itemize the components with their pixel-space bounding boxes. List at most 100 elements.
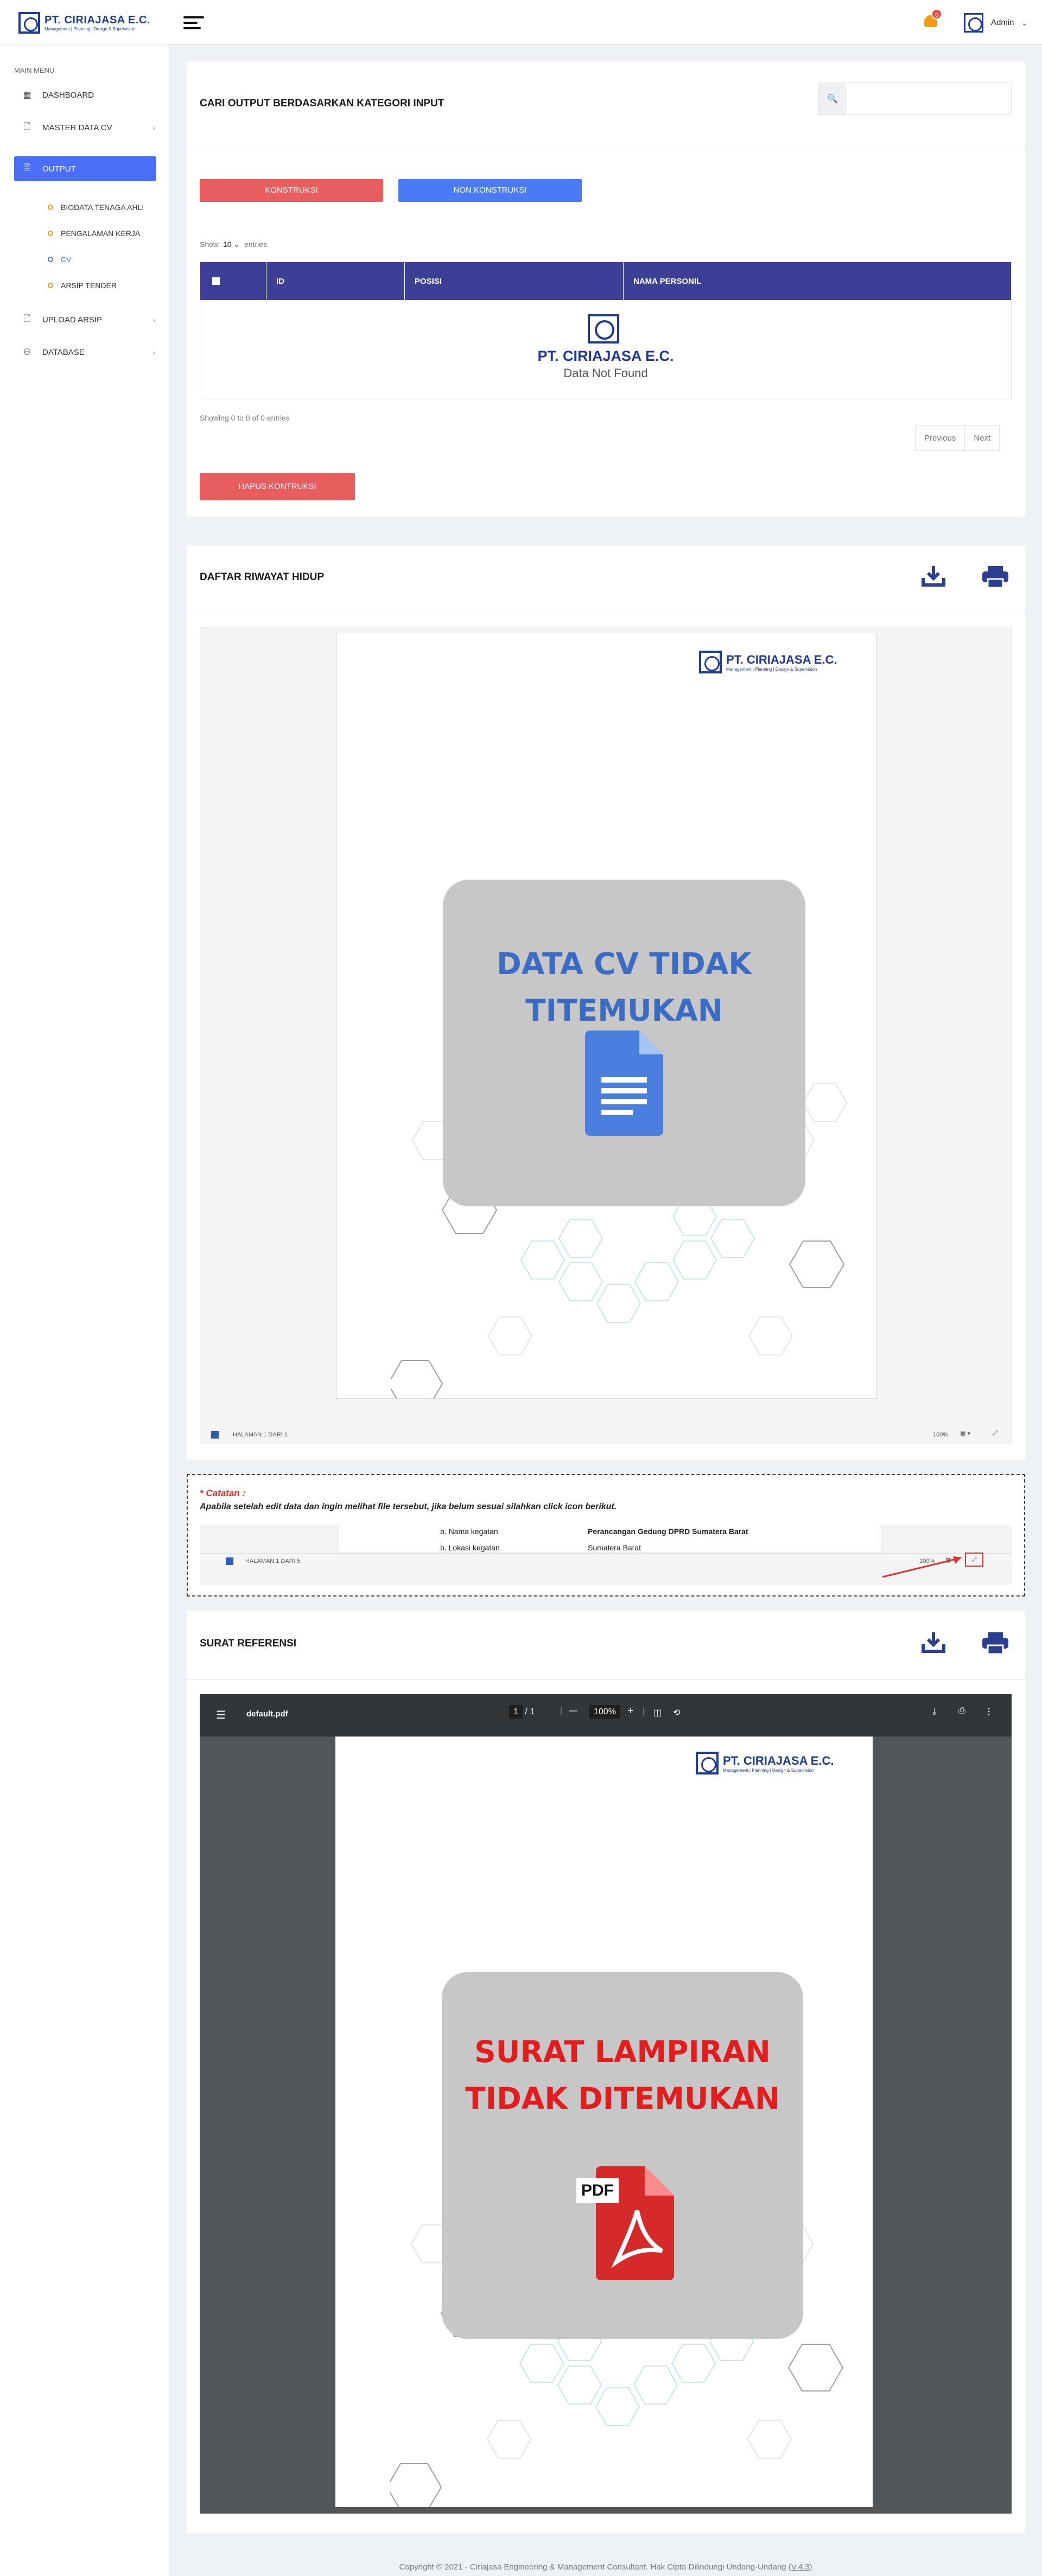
page-brand-tagline: Management | Planning | Design & Supervi…	[723, 1767, 814, 1773]
sidebar-subitem-pengalaman[interactable]: PENGALAMAN KERJA	[48, 229, 140, 238]
pdf-page: PT. CIRIAJASA E.C. Management | Planning …	[335, 1737, 873, 2507]
entries-select[interactable]: 10 ⌄	[223, 240, 240, 249]
database-icon: ⛁	[23, 348, 31, 357]
cv-page: PT. CIRIAJASA E.C. Management | Planning …	[336, 633, 876, 1399]
toolbar-separator: |	[560, 1706, 563, 1715]
zoom-out-icon[interactable]: —	[569, 1706, 577, 1716]
konstruksi-button[interactable]: KONSTRUKSI	[200, 179, 383, 202]
cv-card: DAFTAR RIWAYAT HIDUP PT. CIRIAJASA E.C. M…	[187, 545, 1025, 1460]
card-title: DAFTAR RIWAYAT HIDUP	[200, 571, 325, 583]
pdf-page-control[interactable]: 1 / 1	[509, 1705, 535, 1719]
grid-icon: ▦	[23, 91, 31, 100]
sidebar-subitem-arsip-tender[interactable]: ARSIP TENDER	[48, 281, 117, 290]
view-options-icon[interactable]: ▦ ▾	[960, 1430, 970, 1437]
table-info: Showing 0 to 0 of 0 entries	[200, 414, 290, 422]
note-preview-page: a. Nama kegatan Perancangan Gedung DPRD …	[339, 1525, 881, 1553]
note-row-label: a. Nama kegatan	[440, 1527, 498, 1536]
sidebar-item-label: DASHBOARD	[42, 90, 94, 100]
column-nama-personil[interactable]: NAMA PERSONIL	[624, 262, 1011, 300]
fullscreen-icon[interactable]: ⤢	[965, 1553, 983, 1567]
non-konstruksi-button[interactable]: NON KONSTRUKSI	[398, 179, 582, 202]
sidebar-item-label: DATABASE	[42, 347, 85, 357]
download-icon[interactable]	[922, 565, 945, 592]
next-button[interactable]: Next	[965, 426, 999, 450]
fullscreen-icon[interactable]: ⤢	[993, 1430, 997, 1437]
pdf-page-input[interactable]: 1	[509, 1705, 523, 1719]
sidebar-item-label: OUTPUT	[42, 164, 76, 174]
pdf-filename: default.pdf	[246, 1709, 288, 1719]
search-icon[interactable]: 🔍	[819, 83, 846, 115]
search-input[interactable]	[846, 83, 1011, 115]
google-doc-icon	[585, 1031, 663, 1136]
sidebar-item-output[interactable]: 🗎 OUTPUT	[14, 156, 156, 181]
surat-referensi-card: SURAT REFERENSI ☰ default.pdf 1 / 1 | — …	[187, 1611, 1025, 2533]
column-posisi[interactable]: POSISI	[405, 262, 624, 300]
page-indicator: HALAMAN 1 DARI 1	[233, 1432, 288, 1438]
sidebar-subitem-label: CV	[61, 255, 72, 264]
chevron-down-icon[interactable]: ⌄	[1021, 18, 1028, 28]
pdf-viewer[interactable]: ☰ default.pdf 1 / 1 | — 100% + | ◫ ⟲ ⤓ ⎙…	[200, 1694, 1012, 2514]
circle-icon	[48, 283, 53, 288]
notification-bell-icon[interactable]: 0	[923, 9, 942, 30]
fit-page-icon[interactable]: ◫	[653, 1707, 662, 1718]
circle-icon	[48, 205, 53, 210]
note-box: * Catatan : Apabila setelah edit data da…	[187, 1474, 1025, 1597]
more-options-icon[interactable]: ⋮	[984, 1706, 993, 1717]
pdf-badge: PDF	[576, 2178, 619, 2203]
table-header: ID POSISI NAMA PERSONIL	[200, 262, 1011, 300]
pdf-zoom-level[interactable]: 100%	[589, 1705, 620, 1719]
page-logo: PT. CIRIAJASA E.C. Management | Planning …	[699, 651, 837, 673]
hapus-konstruksi-button[interactable]: HAPUS KONTRUKSI	[200, 473, 355, 500]
select-all-checkbox[interactable]	[200, 262, 266, 300]
cv-document-viewer[interactable]: PT. CIRIAJASA E.C. Management | Planning …	[200, 627, 1012, 1443]
brand-logo[interactable]: PT. CIRIAJASA E.C. Management | Planning…	[18, 12, 150, 34]
cv-not-found-notice: DATA CV TIDAK TITEMUKAN	[443, 880, 805, 1206]
entries-label: entries	[244, 240, 268, 249]
notification-badge: 0	[931, 9, 942, 20]
zoom-in-icon[interactable]: +	[627, 1705, 634, 1718]
previous-button[interactable]: Previous	[916, 426, 965, 450]
note-row-value: Perancangan Gedung DPRD Sumatera Barat	[588, 1527, 748, 1536]
note-preview: a. Nama kegatan Perancangan Gedung DPRD …	[200, 1525, 1012, 1585]
rotate-icon[interactable]: ⟲	[673, 1707, 680, 1718]
note-title: * Catatan :	[200, 1488, 246, 1498]
print-icon[interactable]: ⎙	[958, 1706, 965, 1716]
copyright-suffix: )	[809, 2562, 812, 2572]
print-icon[interactable]	[982, 566, 1008, 593]
sidebar-subitem-biodata[interactable]: BIODATA TENAGA AHLI	[48, 203, 144, 212]
sidebar-item-label: MASTER DATA CV	[42, 123, 112, 132]
menu-toggle-icon[interactable]	[183, 16, 204, 33]
note-row-label: b. Lokasi kegatan	[440, 1543, 500, 1552]
download-icon[interactable]	[922, 1631, 945, 1658]
page-brand-name: PT. CIRIAJASA E.C.	[723, 1753, 834, 1767]
empty-brand: PT. CIRIAJASA E.C.	[537, 348, 674, 364]
sidebar-item-master-data-cv[interactable]: 🗋 MASTER DATA CV ›	[14, 115, 156, 140]
sidebar-item-upload-arsip[interactable]: 🗋 UPLOAD ARSIP ›	[14, 307, 156, 332]
chevron-right-icon: ›	[153, 123, 155, 132]
sidebar-item-database[interactable]: ⛁ DATABASE ›	[14, 340, 156, 365]
sidebar-subitem-cv[interactable]: CV	[48, 255, 71, 264]
page-brand-name: PT. CIRIAJASA E.C.	[726, 652, 837, 666]
card-title: CARI OUTPUT BERDASARKAN KATEGORI INPUT	[200, 98, 444, 109]
red-arrow-icon	[882, 1556, 962, 1578]
page-brand-tagline: Management | Planning | Design & Supervi…	[726, 666, 817, 672]
circle-icon	[48, 257, 53, 262]
menu-icon[interactable]: ☰	[216, 1708, 226, 1722]
cv-not-found-text: DATA CV TIDAK TITEMUKAN	[497, 946, 752, 1028]
page-logo: PT. CIRIAJASA E.C. Management | Planning …	[696, 1752, 834, 1774]
column-id[interactable]: ID	[266, 262, 405, 300]
surat-not-found-notice: SURAT LAMPIRAN TIDAK DITEMUKAN PDF	[442, 1972, 803, 2339]
version-link[interactable]: V.4.3	[791, 2562, 810, 2572]
chevron-right-icon: ›	[153, 315, 155, 324]
avatar[interactable]	[964, 13, 983, 33]
logo-mark-icon	[18, 12, 40, 34]
user-name[interactable]: Admin	[991, 18, 1014, 27]
sidebar-subitem-label: ARSIP TENDER	[61, 281, 117, 290]
sidebar-item-dashboard[interactable]: ▦ DASHBOARD	[14, 82, 156, 107]
download-icon[interactable]: ⤓	[932, 1707, 936, 1717]
data-table: ID POSISI NAMA PERSONIL PT. CIRIAJASA E.…	[200, 262, 1012, 399]
search-output-card: CARI OUTPUT BERDASARKAN KATEGORI INPUT 🔍…	[187, 62, 1025, 517]
print-icon[interactable]	[982, 1632, 1008, 1659]
card-title: SURAT REFERENSI	[200, 1638, 297, 1649]
pdf-zoom-value: 100%	[589, 1705, 620, 1719]
